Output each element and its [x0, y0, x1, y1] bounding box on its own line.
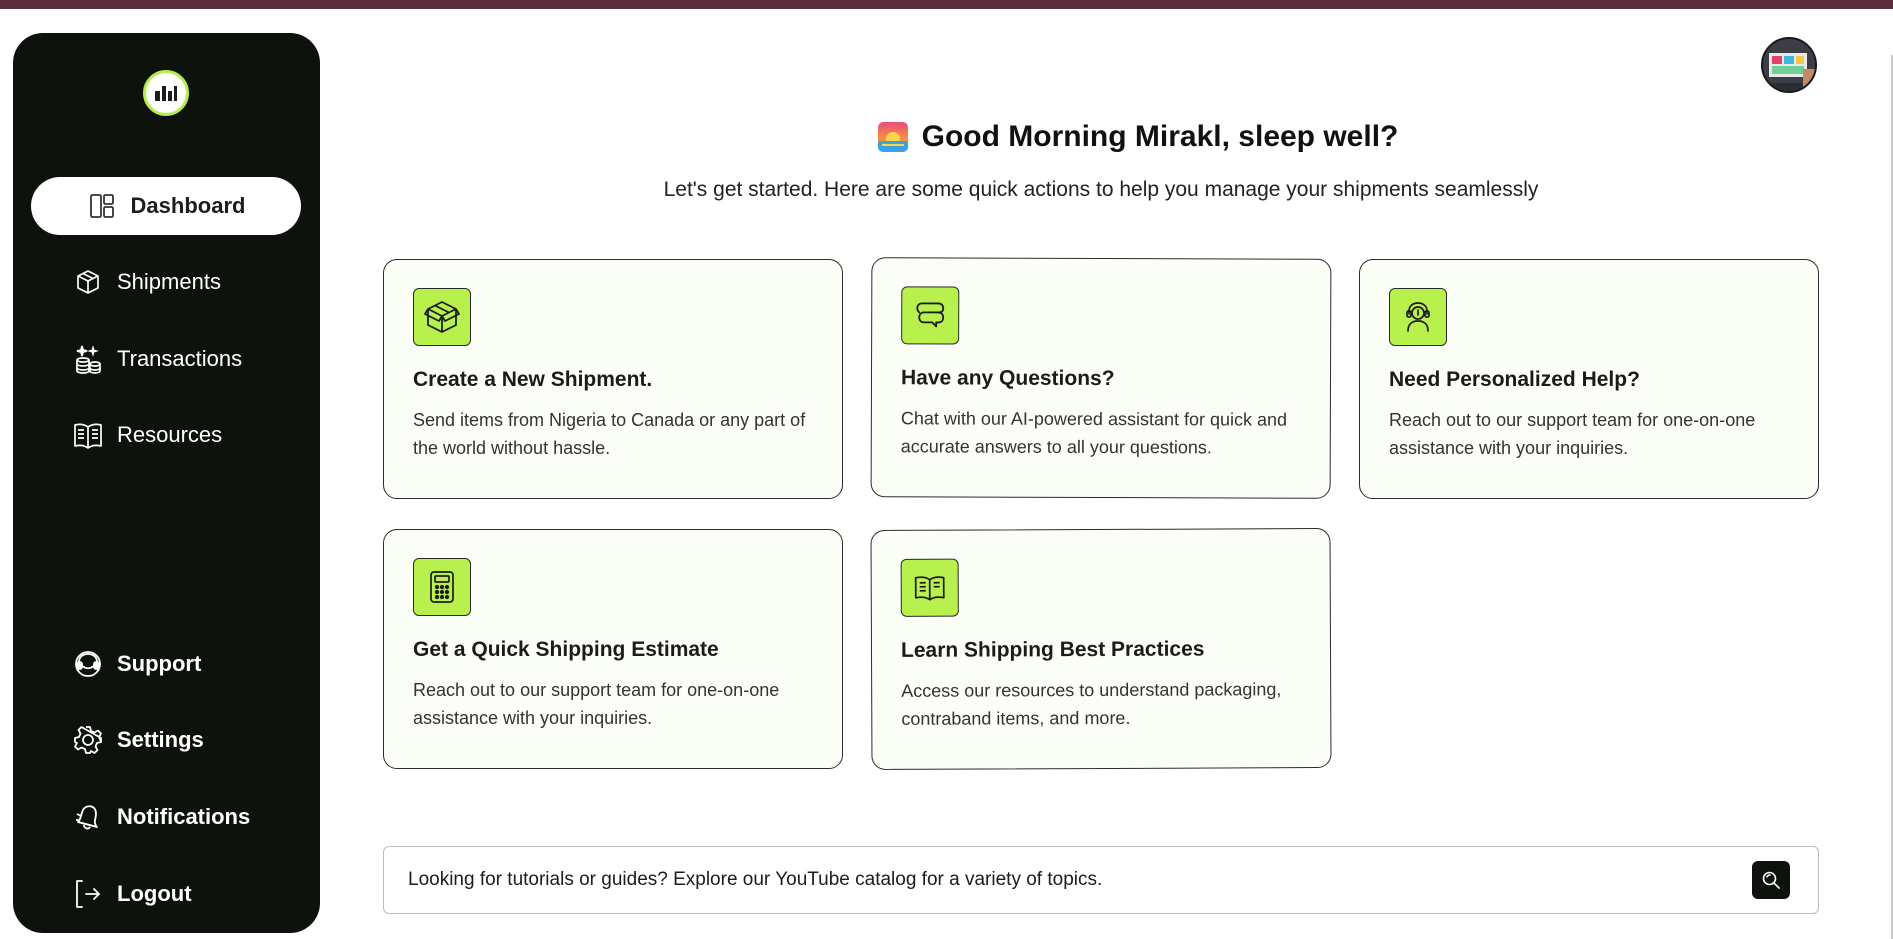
- card-personalized-help[interactable]: Need Personalized Help? Reach out to our…: [1359, 259, 1819, 499]
- sidebar-item-label: Logout: [117, 881, 192, 906]
- card-description: Reach out to our support team for one-on…: [1389, 410, 1756, 458]
- card-title: Create a New Shipment.: [413, 368, 653, 391]
- coins-icon: [73, 344, 103, 374]
- sidebar-item-label: Resources: [117, 422, 223, 447]
- sidebar-item-label: Shipments: [117, 269, 221, 294]
- top-accent-bar: [0, 0, 1893, 9]
- tutorials-search-bar[interactable]: Looking for tutorials or guides? Explore…: [383, 846, 1819, 914]
- brand-logo-icon[interactable]: [143, 70, 189, 116]
- package-icon: [73, 267, 103, 297]
- card-title: Have any Questions?: [900, 366, 1115, 391]
- sunrise-icon: [877, 122, 908, 152]
- dashboard-icon: [87, 191, 117, 221]
- card-description: Send items from Nigeria to Canada or any…: [413, 410, 806, 458]
- card-best-practices[interactable]: Learn Shipping Best Practices Access our…: [870, 527, 1332, 771]
- sidebar-item-transactions[interactable]: Transactions: [31, 330, 301, 388]
- card-title: Get a Quick Shipping Estimate: [413, 638, 719, 661]
- card-description: Reach out to our support team for one-on…: [413, 680, 780, 728]
- card-description: Access our resources to understand packa…: [901, 679, 1282, 729]
- support-agent-icon: [1389, 288, 1447, 346]
- bell-icon: [73, 802, 103, 832]
- logout-icon: [73, 879, 103, 909]
- box-icon: [413, 288, 471, 346]
- search-icon: [1761, 870, 1781, 890]
- card-title: Need Personalized Help?: [1389, 368, 1640, 391]
- search-prompt-text: Looking for tutorials or guides? Explore…: [408, 869, 1103, 890]
- card-description: Chat with our AI-powered assistant for q…: [900, 408, 1288, 458]
- sidebar-item-label: Notifications: [117, 804, 251, 829]
- sidebar-item-resources[interactable]: Resources: [31, 406, 301, 464]
- calculator-icon: [413, 558, 471, 616]
- sidebar-item-label: Dashboard: [130, 193, 246, 218]
- sidebar-item-shipments[interactable]: Shipments: [31, 253, 301, 311]
- avatar[interactable]: [1761, 37, 1817, 93]
- sidebar-item-dashboard[interactable]: Dashboard: [31, 177, 301, 235]
- sidebar-item-label: Support: [117, 651, 202, 676]
- sidebar-item-notifications[interactable]: Notifications: [31, 788, 301, 846]
- search-button[interactable]: [1752, 861, 1790, 899]
- sidebar: Dashboard Shipments Transactions Resourc…: [13, 33, 320, 933]
- sidebar-item-logout[interactable]: Logout: [31, 865, 301, 923]
- card-questions[interactable]: Have any Questions? Chat with our AI-pow…: [870, 257, 1332, 499]
- card-create-shipment[interactable]: Create a New Shipment. Send items from N…: [383, 259, 843, 499]
- sidebar-item-support[interactable]: Support: [31, 635, 301, 693]
- page-title: Good Morning Mirakl, sleep well?: [921, 120, 1399, 153]
- book-icon: [73, 420, 103, 450]
- card-shipping-estimate[interactable]: Get a Quick Shipping Estimate Reach out …: [383, 529, 843, 769]
- headset-icon: [73, 649, 103, 679]
- sidebar-item-label: Settings: [117, 727, 204, 752]
- card-title: Learn Shipping Best Practices: [900, 637, 1205, 662]
- chat-icon: [901, 286, 960, 345]
- sidebar-item-settings[interactable]: Settings: [31, 711, 301, 769]
- sidebar-item-label: Transactions: [117, 346, 243, 371]
- page-subtitle: Let's get started. Here are some quick a…: [663, 178, 1539, 201]
- gear-icon: [73, 725, 103, 755]
- open-book-icon: [900, 558, 959, 617]
